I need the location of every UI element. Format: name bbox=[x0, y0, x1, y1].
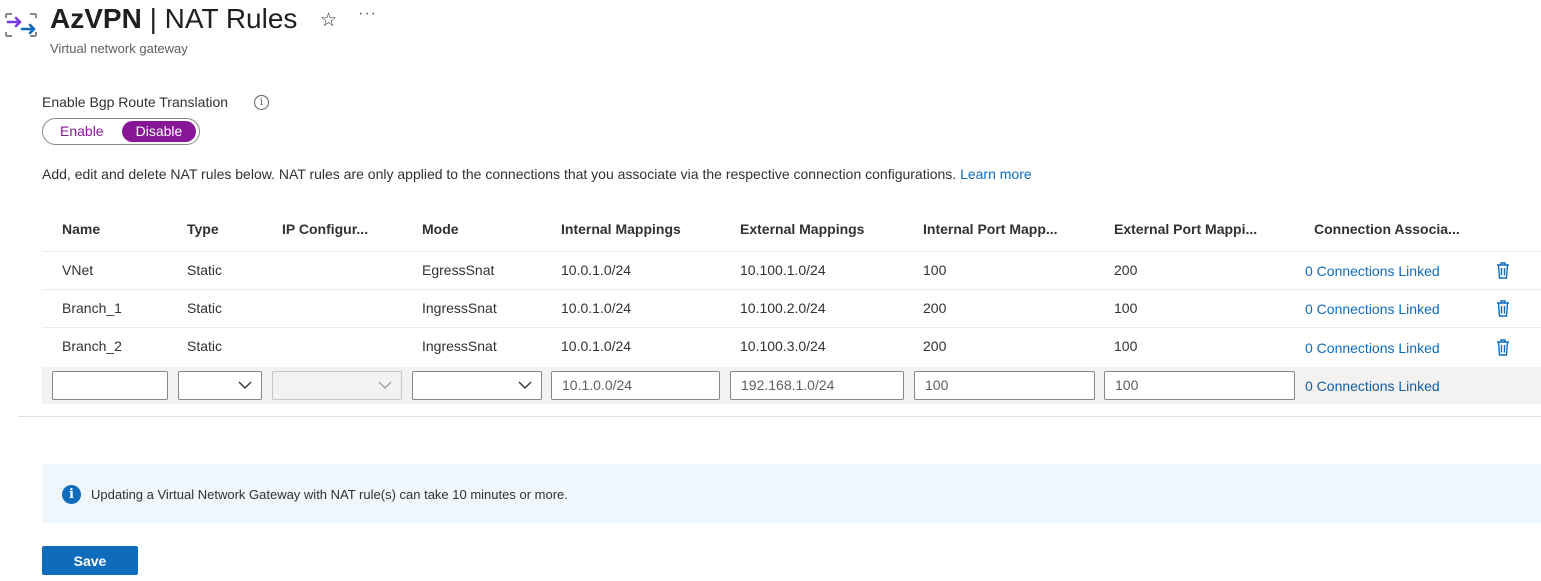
resource-name: AzVPN bbox=[50, 3, 142, 34]
column-header-internal-mappings[interactable]: Internal Mappings bbox=[561, 221, 681, 237]
description-body: Add, edit and delete NAT rules below. NA… bbox=[42, 166, 957, 182]
section-divider bbox=[18, 416, 1541, 417]
column-header-mode[interactable]: Mode bbox=[422, 221, 459, 237]
mode-select[interactable] bbox=[412, 371, 542, 400]
column-header-ip-config[interactable]: IP Configur... bbox=[282, 221, 368, 237]
cell-name: Branch_1 bbox=[62, 300, 122, 316]
info-banner-text: Updating a Virtual Network Gateway with … bbox=[91, 487, 568, 502]
column-header-external-port[interactable]: External Port Mappi... bbox=[1114, 221, 1257, 237]
info-icon: i bbox=[62, 485, 81, 504]
column-header-connection[interactable]: Connection Associa... bbox=[1314, 221, 1460, 237]
cell-type: Static bbox=[187, 300, 223, 316]
column-header-external-mappings[interactable]: External Mappings bbox=[740, 221, 864, 237]
bgp-disable-option[interactable]: Disable bbox=[122, 121, 196, 142]
connections-linked-link[interactable]: 0 Connections Linked bbox=[1305, 340, 1440, 356]
row-divider bbox=[42, 327, 1541, 328]
row-divider bbox=[42, 251, 1541, 252]
row-divider bbox=[42, 289, 1541, 290]
cell-external-port: 100 bbox=[1114, 338, 1138, 354]
cell-internal-mapping: 10.0.1.0/24 bbox=[561, 262, 632, 278]
column-header-name[interactable]: Name bbox=[62, 221, 100, 237]
page-title: AzVPN | NAT Rules bbox=[50, 2, 297, 36]
chevron-down-icon bbox=[378, 381, 392, 389]
connections-linked-link[interactable]: 0 Connections Linked bbox=[1305, 301, 1440, 317]
cell-external-port: 100 bbox=[1114, 300, 1138, 316]
cell-external-mapping: 10.100.3.0/24 bbox=[740, 338, 826, 354]
learn-more-link[interactable]: Learn more bbox=[960, 166, 1032, 182]
connections-linked-link[interactable]: 0 Connections Linked bbox=[1305, 378, 1440, 394]
cell-mode: EgressSnat bbox=[422, 262, 495, 278]
connections-linked-link[interactable]: 0 Connections Linked bbox=[1305, 263, 1440, 279]
cell-internal-port: 100 bbox=[923, 262, 947, 278]
cell-internal-mapping: 10.0.1.0/24 bbox=[561, 300, 632, 316]
save-button[interactable]: Save bbox=[42, 546, 138, 575]
cell-internal-mapping: 10.0.1.0/24 bbox=[561, 338, 632, 354]
ip-configuration-select[interactable] bbox=[272, 371, 402, 400]
info-icon[interactable]: i bbox=[254, 95, 269, 110]
cell-mode: IngressSnat bbox=[422, 300, 497, 316]
ellipsis-icon[interactable]: ··· bbox=[358, 5, 377, 23]
chevron-right-icon[interactable]: › bbox=[0, 81, 1, 93]
cell-internal-port: 200 bbox=[923, 338, 947, 354]
title-separator: | bbox=[141, 3, 165, 34]
page-subtitle: Virtual network gateway bbox=[50, 41, 188, 56]
chevron-down-icon bbox=[518, 381, 532, 389]
page-name: NAT Rules bbox=[164, 3, 298, 34]
bgp-enable-option[interactable]: Enable bbox=[60, 123, 104, 139]
external-port-input[interactable]: 100 bbox=[1104, 371, 1295, 400]
internal-mappings-input[interactable]: 10.1.0.0/24 bbox=[551, 371, 720, 400]
nat-gateway-icon bbox=[5, 13, 37, 37]
internal-port-input[interactable]: 100 bbox=[914, 371, 1095, 400]
trash-icon[interactable] bbox=[1496, 261, 1510, 279]
star-icon[interactable]: ☆ bbox=[320, 9, 337, 32]
cell-mode: IngressSnat bbox=[422, 338, 497, 354]
cell-external-mapping: 10.100.2.0/24 bbox=[740, 300, 826, 316]
type-select[interactable] bbox=[178, 371, 262, 400]
cell-name: Branch_2 bbox=[62, 338, 122, 354]
cell-internal-port: 200 bbox=[923, 300, 947, 316]
trash-icon[interactable] bbox=[1496, 338, 1510, 356]
bgp-translation-label: Enable Bgp Route Translation bbox=[42, 94, 229, 110]
trash-icon[interactable] bbox=[1496, 299, 1510, 317]
cell-type: Static bbox=[187, 338, 223, 354]
cell-name: VNet bbox=[62, 262, 94, 278]
external-mappings-input[interactable]: 192.168.1.0/24 bbox=[730, 371, 904, 400]
column-header-type[interactable]: Type bbox=[187, 221, 219, 237]
description-text: Add, edit and delete NAT rules below. NA… bbox=[42, 166, 1032, 182]
cell-external-port: 200 bbox=[1114, 262, 1138, 278]
chevron-down-icon bbox=[238, 381, 252, 389]
column-header-internal-port[interactable]: Internal Port Mapp... bbox=[923, 221, 1058, 237]
cell-external-mapping: 10.100.1.0/24 bbox=[740, 262, 826, 278]
cell-type: Static bbox=[187, 262, 223, 278]
name-input[interactable] bbox=[52, 371, 168, 400]
